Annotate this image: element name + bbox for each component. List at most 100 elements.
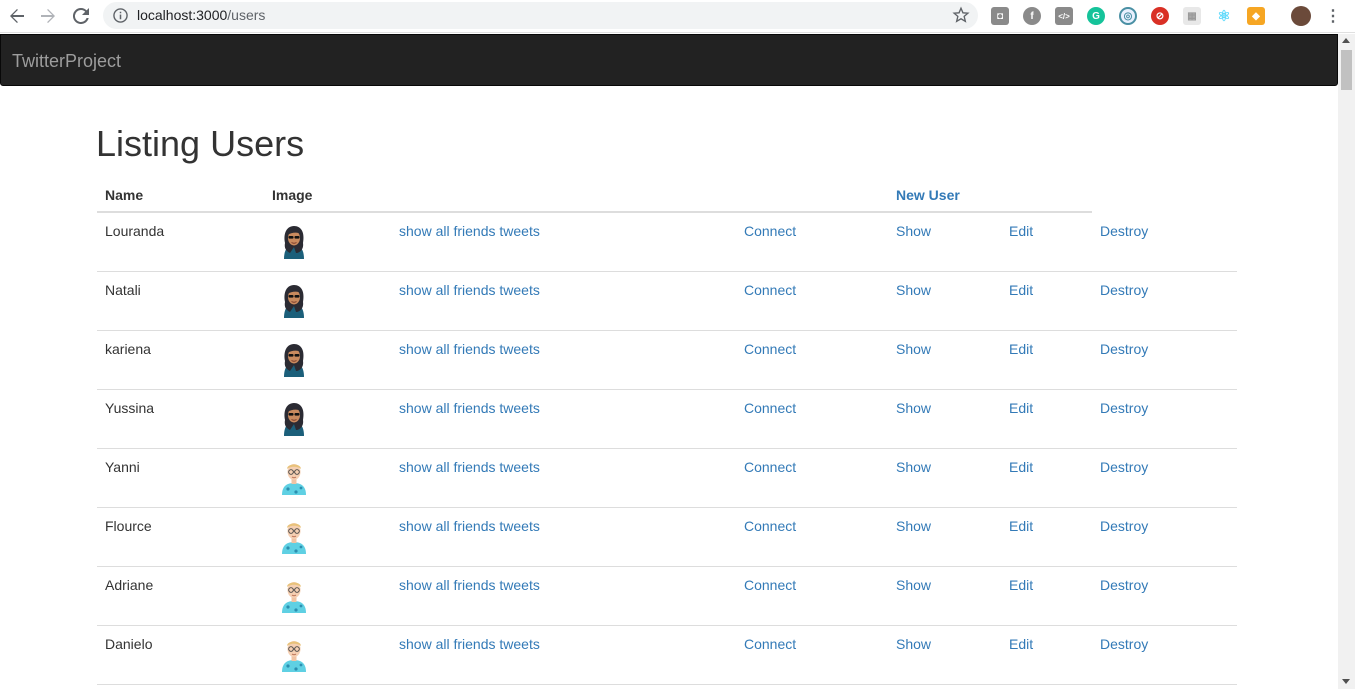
show-link[interactable]: Show — [896, 459, 931, 475]
show-cell: Show — [888, 447, 1001, 507]
scroll-thumb[interactable] — [1341, 50, 1352, 90]
edit-link[interactable]: Edit — [1009, 400, 1033, 416]
show-link[interactable]: Show — [896, 282, 931, 298]
edit-link[interactable]: Edit — [1009, 341, 1033, 357]
show-link[interactable]: Show — [896, 341, 931, 357]
edit-link[interactable]: Edit — [1009, 282, 1033, 298]
destroy-link[interactable]: Destroy — [1100, 341, 1148, 357]
react-devtools-icon[interactable]: ⚛ — [1215, 7, 1233, 25]
connect-link[interactable]: Connect — [744, 400, 796, 416]
friends-tweets-cell: show all friends tweets — [391, 211, 736, 271]
new-user-link[interactable]: New User — [896, 187, 960, 203]
show-link[interactable]: Show — [896, 400, 931, 416]
show-friends-tweets-link[interactable]: show all friends tweets — [399, 341, 540, 357]
edit-cell: Edit — [1001, 624, 1092, 685]
edit-cell: Edit — [1001, 329, 1092, 389]
show-cell: Show — [888, 388, 1001, 448]
connect-cell: Connect — [736, 270, 888, 330]
header-image: Image — [264, 176, 391, 213]
show-link[interactable]: Show — [896, 636, 931, 652]
profile-avatar-icon[interactable] — [1291, 6, 1311, 26]
user-name: kariena — [97, 329, 264, 389]
edit-link[interactable]: Edit — [1009, 518, 1033, 534]
info-icon[interactable] — [113, 8, 128, 23]
forward-button[interactable] — [35, 4, 61, 28]
edit-cell: Edit — [1001, 211, 1092, 271]
scroll-down-icon[interactable] — [1342, 679, 1350, 684]
page-scrollbar[interactable] — [1338, 34, 1355, 689]
connect-link[interactable]: Connect — [744, 459, 796, 475]
table-row: Louranda show all friends tweets Connect Sh… — [97, 211, 1237, 271]
edit-cell: Edit — [1001, 506, 1092, 566]
male-avatar-icon — [282, 581, 306, 613]
connect-link[interactable]: Connect — [744, 577, 796, 593]
destroy-cell: Destroy — [1092, 388, 1237, 448]
user-image-cell — [264, 506, 391, 566]
show-friends-tweets-link[interactable]: show all friends tweets — [399, 518, 540, 534]
friends-tweets-cell: show all friends tweets — [391, 565, 736, 625]
header-name: Name — [97, 176, 264, 213]
user-image-cell — [264, 211, 391, 271]
destroy-link[interactable]: Destroy — [1100, 400, 1148, 416]
destroy-link[interactable]: Destroy — [1100, 459, 1148, 475]
edit-link[interactable]: Edit — [1009, 577, 1033, 593]
show-link[interactable]: Show — [896, 223, 931, 239]
destroy-cell: Destroy — [1092, 211, 1237, 271]
destroy-cell: Destroy — [1092, 624, 1237, 685]
show-friends-tweets-link[interactable]: show all friends tweets — [399, 577, 540, 593]
bookmark-extension-icon[interactable]: ◆ — [1247, 7, 1265, 25]
edit-link[interactable]: Edit — [1009, 459, 1033, 475]
connect-link[interactable]: Connect — [744, 282, 796, 298]
grammarly-extension-icon[interactable]: G — [1087, 7, 1105, 25]
destroy-cell: Destroy — [1092, 447, 1237, 507]
show-cell: Show — [888, 270, 1001, 330]
block-extension-icon[interactable]: ⊘ — [1151, 7, 1169, 25]
facebook-extension-icon[interactable]: f — [1023, 7, 1041, 25]
user-image-cell — [264, 565, 391, 625]
scroll-up-icon[interactable] — [1342, 38, 1350, 43]
navbar-brand[interactable]: TwitterProject — [12, 51, 121, 72]
grid-extension-icon[interactable]: ▦ — [1183, 7, 1201, 25]
user-name: Adriane — [97, 565, 264, 625]
destroy-link[interactable]: Destroy — [1100, 282, 1148, 298]
reload-button[interactable] — [68, 4, 94, 28]
destroy-link[interactable]: Destroy — [1100, 518, 1148, 534]
show-link[interactable]: Show — [896, 577, 931, 593]
show-cell: Show — [888, 211, 1001, 271]
menu-kebab-icon[interactable]: ⋮ — [1324, 7, 1342, 25]
url-text[interactable]: localhost:3000/users — [137, 7, 265, 23]
connect-cell: Connect — [736, 565, 888, 625]
show-friends-tweets-link[interactable]: show all friends tweets — [399, 282, 540, 298]
destroy-link[interactable]: Destroy — [1100, 223, 1148, 239]
destroy-link[interactable]: Destroy — [1100, 636, 1148, 652]
web-extension-icon[interactable]: ◎ — [1119, 7, 1137, 25]
friends-tweets-cell: show all friends tweets — [391, 329, 736, 389]
url-host: localhost:3000 — [137, 7, 228, 23]
connect-link[interactable]: Connect — [744, 518, 796, 534]
friends-tweets-cell: show all friends tweets — [391, 624, 736, 685]
destroy-link[interactable]: Destroy — [1100, 577, 1148, 593]
user-name: Natali — [97, 270, 264, 330]
show-friends-tweets-link[interactable]: show all friends tweets — [399, 459, 540, 475]
connect-link[interactable]: Connect — [744, 636, 796, 652]
show-friends-tweets-link[interactable]: show all friends tweets — [399, 223, 540, 239]
page-title: Listing Users — [96, 123, 305, 164]
show-link[interactable]: Show — [896, 518, 931, 534]
destroy-cell: Destroy — [1092, 329, 1237, 389]
destroy-cell: Destroy — [1092, 270, 1237, 330]
bookmark-star-icon[interactable] — [952, 6, 970, 24]
camera-extension-icon[interactable]: ◘ — [991, 7, 1009, 25]
connect-link[interactable]: Connect — [744, 341, 796, 357]
code-extension-icon[interactable]: </> — [1055, 7, 1073, 25]
show-friends-tweets-link[interactable]: show all friends tweets — [399, 400, 540, 416]
users-table: Name Image New User Louranda show all fri… — [97, 176, 1237, 685]
connect-link[interactable]: Connect — [744, 223, 796, 239]
show-cell: Show — [888, 506, 1001, 566]
back-button[interactable] — [4, 4, 30, 28]
user-name: Danielo — [97, 624, 264, 685]
address-bar[interactable]: localhost:3000/users — [103, 2, 978, 29]
edit-link[interactable]: Edit — [1009, 636, 1033, 652]
female-avatar-icon — [284, 402, 304, 436]
edit-link[interactable]: Edit — [1009, 223, 1033, 239]
show-friends-tweets-link[interactable]: show all friends tweets — [399, 636, 540, 652]
